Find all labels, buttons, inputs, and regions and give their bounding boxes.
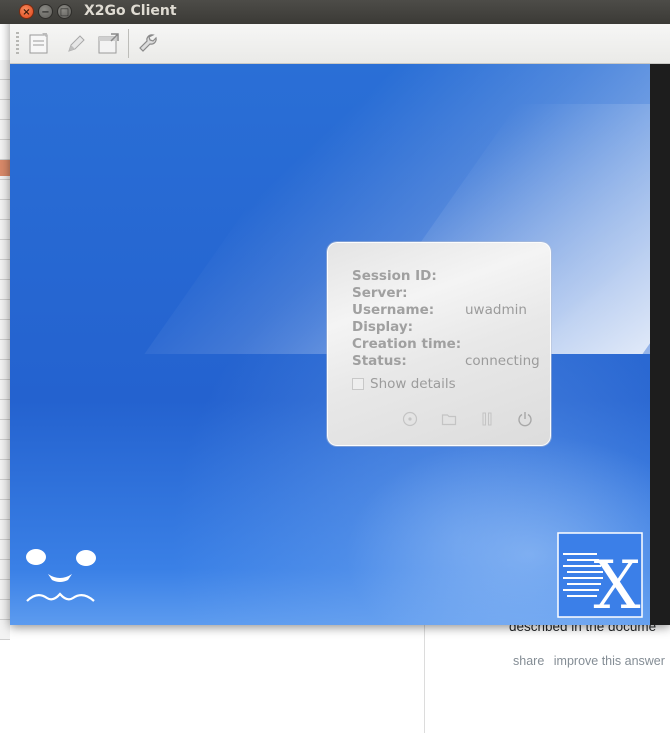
pencil-icon [68,35,85,52]
server-label: Server: [352,285,408,301]
minimize-button[interactable]: − [38,4,53,19]
pause-icon[interactable] [479,411,495,427]
background-divider [424,620,425,733]
display-label: Display: [352,319,414,335]
x2go-window: × − □ X2Go Client Session ID: Server: Us… [0,0,670,625]
status-row: Status: connecting [352,353,540,369]
improve-answer-link[interactable]: improve this answer [554,654,665,668]
display-row: Display: [352,319,413,335]
status-label: Status: [352,353,407,369]
panda-logo [26,549,96,602]
maximize-button[interactable]: □ [57,4,72,19]
toolbar-grip[interactable] [16,32,19,56]
resume-icon[interactable] [402,411,418,427]
session-id-row: Session ID: [352,268,437,284]
toolbar [10,24,670,64]
creation-time-label: Creation time: [352,336,462,352]
title-bar[interactable]: × − □ X2Go Client [0,0,670,24]
username-row: Username: uwadmin [352,302,527,318]
background-accent [0,160,10,176]
username-label: Username: [352,302,435,318]
toolbar-separator [128,29,129,58]
close-button[interactable]: × [19,4,34,19]
session-status-card: Session ID: Server: Username: uwadmin Di… [327,242,551,446]
session-desktop-area: Session ID: Server: Username: uwadmin Di… [10,64,650,625]
power-icon[interactable] [517,411,533,427]
export-window-icon [98,33,119,54]
x2go-x-logo: X [557,532,643,618]
export-session-button[interactable] [96,31,122,57]
window-right-edge [650,64,670,625]
svg-text:X: X [594,547,641,618]
wrench-icon [139,34,157,52]
new-session-button[interactable] [26,31,52,57]
share-link[interactable]: share [513,654,544,668]
background-links: share improve this answer [513,654,670,668]
status-value: connecting [465,353,540,369]
background-sidebar-strip [0,60,10,640]
show-details-checkbox[interactable] [352,378,364,390]
creation-time-row: Creation time: [352,336,461,352]
edit-session-button[interactable] [62,31,88,57]
show-details-label[interactable]: Show details [370,376,456,392]
new-document-icon [29,33,48,54]
session-id-label: Session ID: [352,268,437,284]
username-value: uwadmin [465,302,527,318]
server-row: Server: [352,285,408,301]
window-title: X2Go Client [84,3,177,19]
settings-button[interactable] [135,31,161,57]
folder-icon[interactable] [441,411,457,427]
